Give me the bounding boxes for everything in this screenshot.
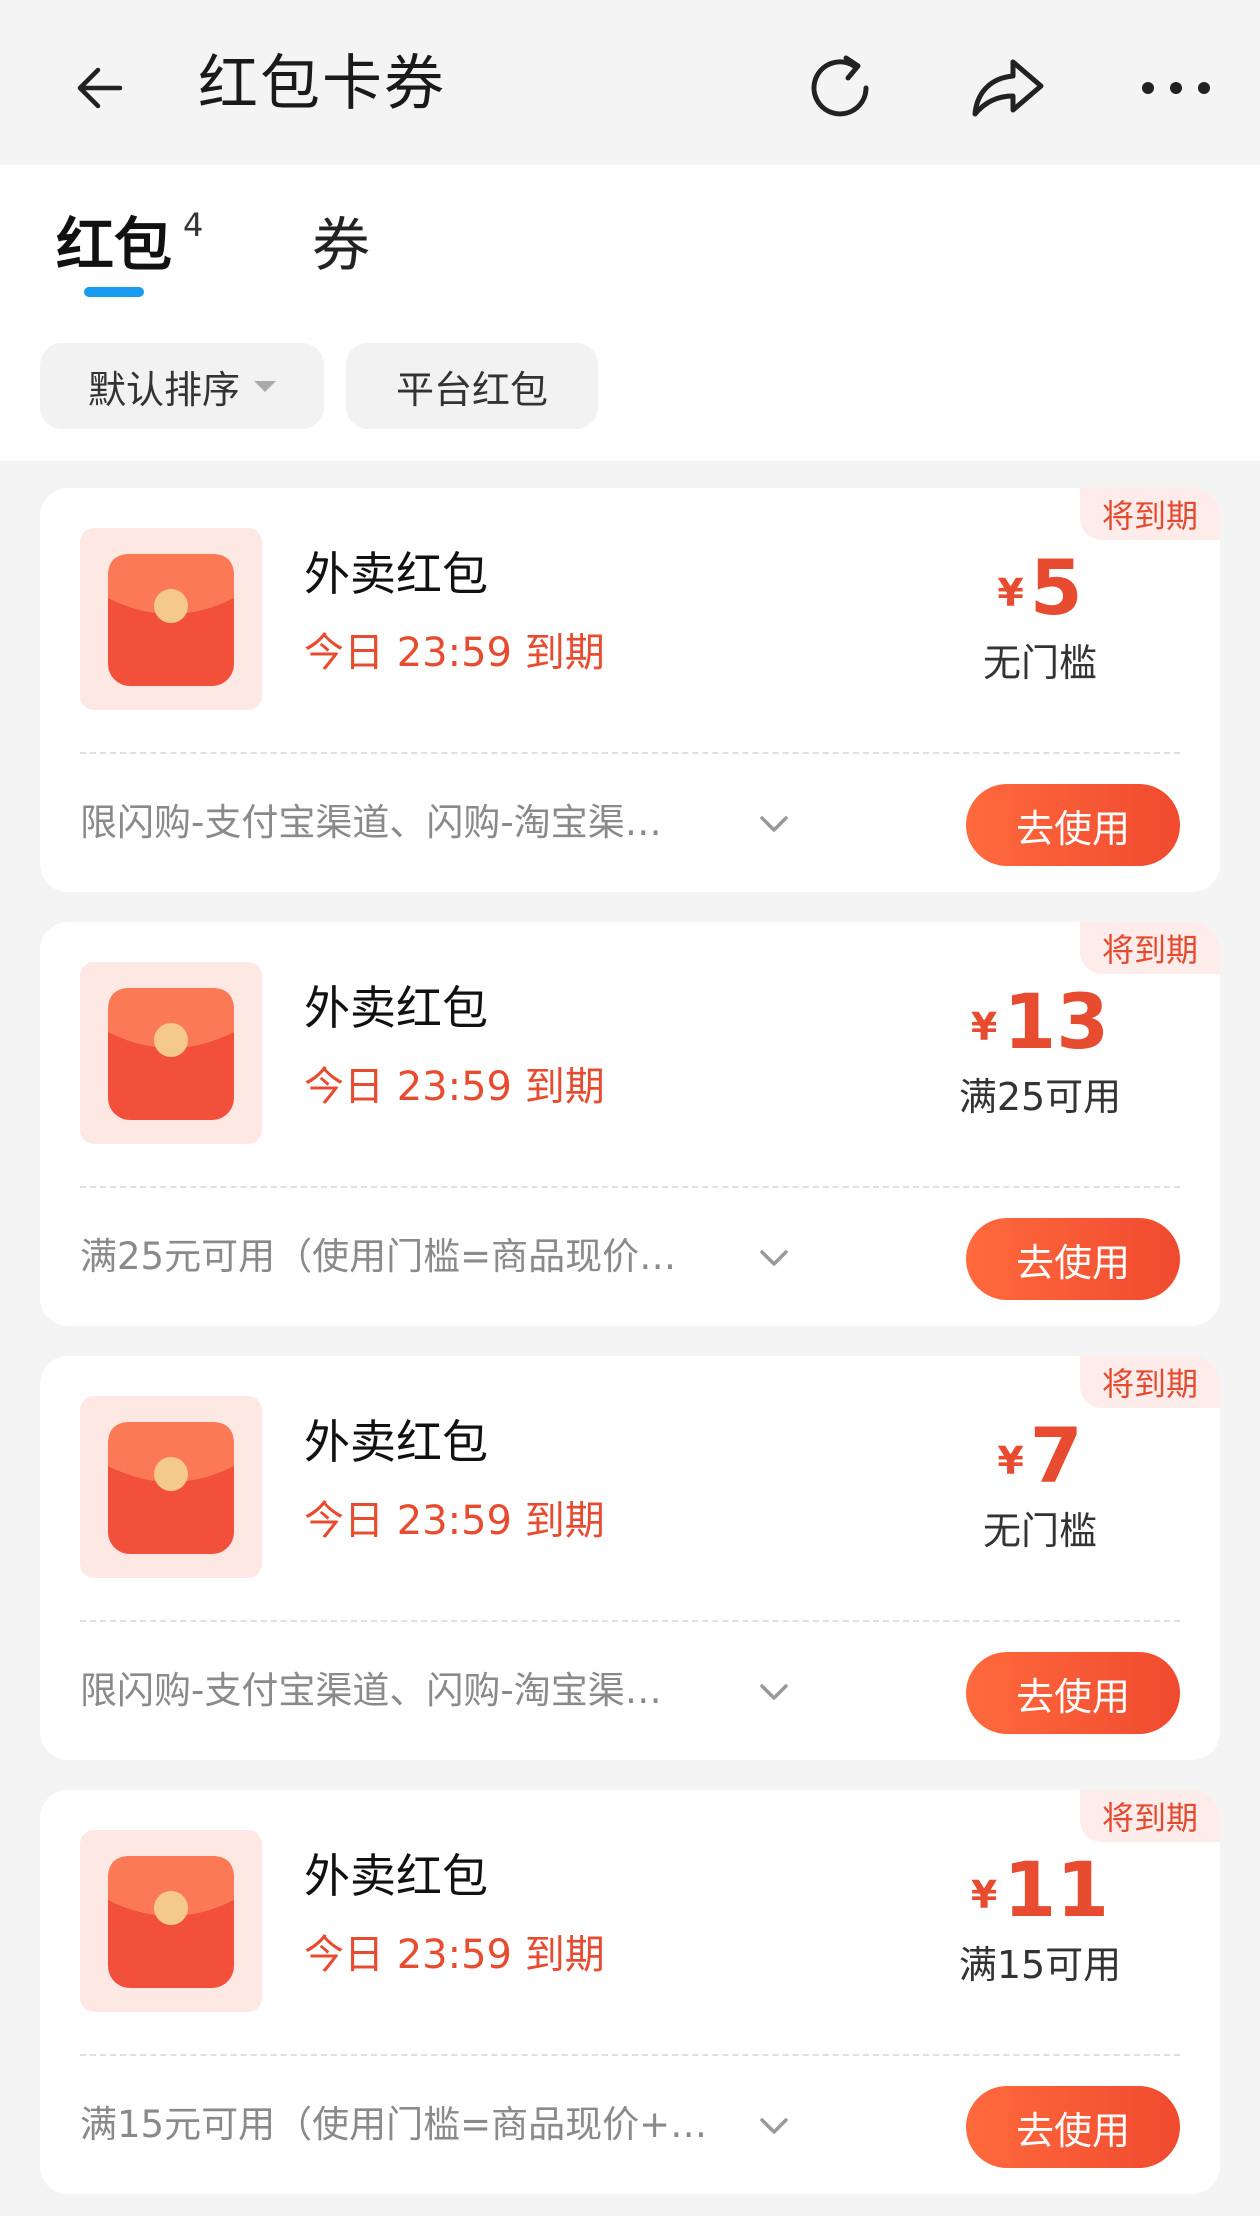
coupon-title: 外卖红包 bbox=[304, 1849, 488, 1903]
coupon-title: 外卖红包 bbox=[304, 981, 488, 1035]
coupon-description[interactable]: 满15元可用（使用门槛=商品现价+… bbox=[80, 2100, 760, 2150]
chevron-down-icon[interactable] bbox=[750, 2102, 798, 2150]
coupon-amount: ¥5 bbox=[920, 548, 1160, 649]
sort-dropdown[interactable]: 默认排序 bbox=[40, 343, 324, 429]
coupon-card: 将到期 外卖红包 今日 23:59 到期 ¥7 无门槛 限闪购-支付宝渠道、闪购… bbox=[40, 1356, 1220, 1760]
coupon-list: 将到期 外卖红包 今日 23:59 到期 ¥5 无门槛 限闪购-支付宝渠道、闪购… bbox=[40, 488, 1220, 2216]
coupon-amount: ¥13 bbox=[920, 982, 1160, 1083]
tab-hongbao[interactable]: 红包 bbox=[56, 205, 172, 285]
currency-symbol: ¥ bbox=[970, 1005, 998, 1049]
expiring-badge: 将到期 bbox=[1080, 1356, 1220, 1408]
coupon-expiry: 今日 23:59 到期 bbox=[304, 1932, 605, 1978]
coupon-card: 将到期 外卖红包 今日 23:59 到期 ¥13 满25可用 满25元可用（使用… bbox=[40, 922, 1220, 1326]
coupon-description[interactable]: 限闪购-支付宝渠道、闪购-淘宝渠… bbox=[80, 1666, 760, 1716]
amount-value: 5 bbox=[1029, 543, 1083, 632]
share-button[interactable] bbox=[960, 40, 1056, 136]
refresh-button[interactable] bbox=[792, 40, 888, 136]
page-title: 红包卡券 bbox=[198, 49, 446, 119]
currency-symbol: ¥ bbox=[970, 1873, 998, 1917]
red-envelope-icon bbox=[108, 554, 234, 686]
red-envelope-thumbnail bbox=[80, 1830, 262, 2012]
more-icon bbox=[1142, 82, 1210, 94]
coupon-condition: 满15可用 bbox=[958, 1943, 1122, 1987]
tabs-section: 红包 4 券 默认排序 平台红包 bbox=[0, 165, 1260, 461]
tab-quan[interactable]: 券 bbox=[312, 205, 370, 285]
sort-label: 默认排序 bbox=[87, 367, 240, 412]
coupon-expiry: 今日 23:59 到期 bbox=[304, 1498, 605, 1544]
red-envelope-icon bbox=[108, 1422, 234, 1554]
dashed-divider bbox=[80, 1186, 1180, 1188]
coupon-title: 外卖红包 bbox=[304, 547, 488, 601]
chevron-down-icon[interactable] bbox=[750, 1668, 798, 1716]
share-icon bbox=[972, 59, 1044, 117]
amount-value: 13 bbox=[1003, 977, 1110, 1066]
coupon-amount: ¥11 bbox=[920, 1850, 1160, 1951]
chevron-down-icon[interactable] bbox=[750, 1234, 798, 1282]
use-button[interactable]: 去使用 bbox=[966, 1218, 1180, 1300]
coupon-card: 将到期 外卖红包 今日 23:59 到期 ¥11 满15可用 满15元可用（使用… bbox=[40, 1790, 1220, 2194]
back-button[interactable] bbox=[62, 48, 142, 128]
dashed-divider bbox=[80, 2054, 1180, 2056]
use-button[interactable]: 去使用 bbox=[966, 784, 1180, 866]
coupon-expiry: 今日 23:59 到期 bbox=[304, 630, 605, 676]
coupon-description[interactable]: 满25元可用（使用门槛=商品现价… bbox=[80, 1232, 760, 1282]
currency-symbol: ¥ bbox=[997, 1439, 1024, 1483]
coupon-amount: ¥7 bbox=[920, 1416, 1160, 1517]
coupon-card: 将到期 外卖红包 今日 23:59 到期 ¥5 无门槛 限闪购-支付宝渠道、闪购… bbox=[40, 488, 1220, 892]
coupon-condition: 无门槛 bbox=[982, 641, 1097, 685]
dashed-divider bbox=[80, 752, 1180, 754]
use-button[interactable]: 去使用 bbox=[966, 2086, 1180, 2168]
expiring-badge: 将到期 bbox=[1080, 488, 1220, 540]
coupon-title: 外卖红包 bbox=[304, 1415, 488, 1469]
caret-down-icon bbox=[254, 380, 276, 392]
red-envelope-thumbnail bbox=[80, 1396, 262, 1578]
top-bar: 红包卡券 bbox=[0, 0, 1260, 165]
back-arrow-icon bbox=[77, 67, 123, 109]
dashed-divider bbox=[80, 1620, 1180, 1622]
active-tab-indicator bbox=[84, 287, 144, 297]
refresh-icon bbox=[811, 55, 869, 117]
tab-hongbao-count: 4 bbox=[183, 206, 204, 244]
expiring-badge: 将到期 bbox=[1080, 922, 1220, 974]
coupon-expiry: 今日 23:59 到期 bbox=[304, 1064, 605, 1110]
more-button[interactable] bbox=[1128, 40, 1224, 136]
amount-value: 11 bbox=[1003, 1845, 1110, 1934]
amount-value: 7 bbox=[1029, 1411, 1083, 1500]
chevron-down-icon[interactable] bbox=[750, 800, 798, 848]
red-envelope-thumbnail bbox=[80, 528, 262, 710]
red-envelope-icon bbox=[108, 988, 234, 1120]
currency-symbol: ¥ bbox=[997, 571, 1024, 615]
coupon-condition: 无门槛 bbox=[982, 1509, 1097, 1553]
platform-label: 平台红包 bbox=[395, 367, 548, 412]
expiring-badge: 将到期 bbox=[1080, 1790, 1220, 1842]
red-envelope-thumbnail bbox=[80, 962, 262, 1144]
use-button[interactable]: 去使用 bbox=[966, 1652, 1180, 1734]
coupon-condition: 满25可用 bbox=[958, 1075, 1122, 1119]
coupon-description[interactable]: 限闪购-支付宝渠道、闪购-淘宝渠… bbox=[80, 798, 760, 848]
red-envelope-icon bbox=[108, 1856, 234, 1988]
platform-filter-chip[interactable]: 平台红包 bbox=[346, 343, 598, 429]
